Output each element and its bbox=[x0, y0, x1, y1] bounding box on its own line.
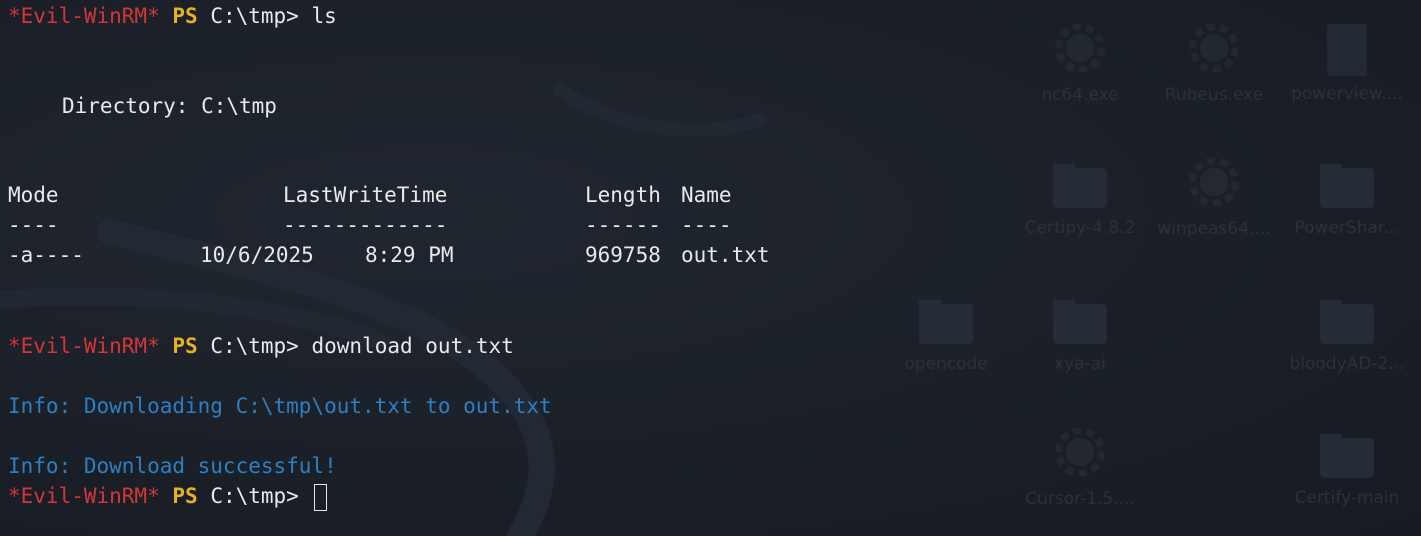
desktop-icon-winpeas[interactable]: winpeas64.... bbox=[1148, 158, 1280, 239]
info-line-downloading: Info: Downloading C:\tmp\out.txt to out.… bbox=[8, 394, 552, 418]
folder-icon bbox=[1320, 434, 1374, 478]
directory-line: Directory: C:\tmp bbox=[62, 94, 277, 118]
row-time: 8:29 PM bbox=[365, 243, 454, 267]
prompt-name: *Evil-WinRM* bbox=[8, 484, 160, 508]
prompt-ps: PS bbox=[172, 334, 198, 358]
separator-lastwritetime: ------------- bbox=[283, 213, 448, 237]
prompt-ps: PS bbox=[172, 4, 198, 28]
desktop-icon-powershar[interactable]: PowerShar... bbox=[1281, 164, 1413, 238]
prompt-path: C:\tmp> bbox=[210, 334, 299, 358]
command-text: ls bbox=[311, 4, 337, 28]
column-header-name: Name bbox=[681, 183, 732, 207]
desktop-icon-cursor[interactable]: Cursor-1.5.... bbox=[1014, 428, 1146, 509]
prompt-name: *Evil-WinRM* bbox=[8, 334, 160, 358]
desktop-icon-certipy[interactable]: Certipy-4.8.2 bbox=[1014, 164, 1146, 238]
folder-icon bbox=[1053, 300, 1107, 344]
gear-icon bbox=[1055, 428, 1105, 477]
row-length: 969758 bbox=[585, 243, 661, 267]
desktop-icon-bloodyad[interactable]: bloodyAD-2... bbox=[1281, 300, 1413, 374]
command-text: download out.txt bbox=[311, 334, 514, 358]
column-header-length: Length bbox=[585, 183, 661, 207]
prompt-path: C:\tmp> bbox=[210, 4, 299, 28]
prompt-line-ls: *Evil-WinRM* PS C:\tmp> ls bbox=[8, 3, 337, 29]
text-cursor[interactable] bbox=[313, 483, 327, 511]
desktop-icon-xya-ai[interactable]: xya-ai bbox=[1014, 300, 1146, 374]
separator-name: ---- bbox=[681, 213, 732, 237]
script-file-icon bbox=[1327, 24, 1367, 76]
row-date: 10/6/2025 bbox=[200, 243, 314, 267]
gear-icon bbox=[1055, 24, 1105, 73]
folder-icon bbox=[1320, 300, 1374, 344]
column-header-lastwritetime: LastWriteTime bbox=[283, 183, 448, 207]
desktop-icon-rubeus[interactable]: Rubeus.exe bbox=[1148, 24, 1280, 105]
desktop-icon-nc64[interactable]: nc64.exe bbox=[1014, 24, 1146, 105]
prompt-path: C:\tmp> bbox=[210, 484, 299, 508]
row-name: out.txt bbox=[681, 243, 770, 267]
prompt-line-active[interactable]: *Evil-WinRM* PS C:\tmp> bbox=[8, 483, 327, 511]
separator-mode: ---- bbox=[8, 213, 59, 237]
row-mode: -a---- bbox=[8, 243, 84, 267]
terminal-window[interactable]: nc64.exe Rubeus.exe powerview.... Certip… bbox=[0, 0, 1421, 536]
separator-length: ------ bbox=[585, 213, 661, 237]
folder-icon bbox=[1320, 164, 1374, 208]
prompt-ps: PS bbox=[172, 484, 198, 508]
gear-icon bbox=[1189, 158, 1239, 207]
desktop-icon-certify-main[interactable]: Certify-main bbox=[1281, 434, 1413, 508]
info-line-success: Info: Download successful! bbox=[8, 454, 337, 478]
folder-icon bbox=[919, 300, 973, 344]
prompt-name: *Evil-WinRM* bbox=[8, 4, 160, 28]
folder-icon bbox=[1053, 164, 1107, 208]
prompt-line-download: *Evil-WinRM* PS C:\tmp> download out.txt bbox=[8, 333, 514, 359]
desktop-icon-powerview[interactable]: powerview.... bbox=[1281, 24, 1413, 104]
gear-icon bbox=[1189, 24, 1239, 73]
column-header-mode: Mode bbox=[8, 183, 59, 207]
desktop-icon-opencode[interactable]: opencode bbox=[880, 300, 1012, 374]
